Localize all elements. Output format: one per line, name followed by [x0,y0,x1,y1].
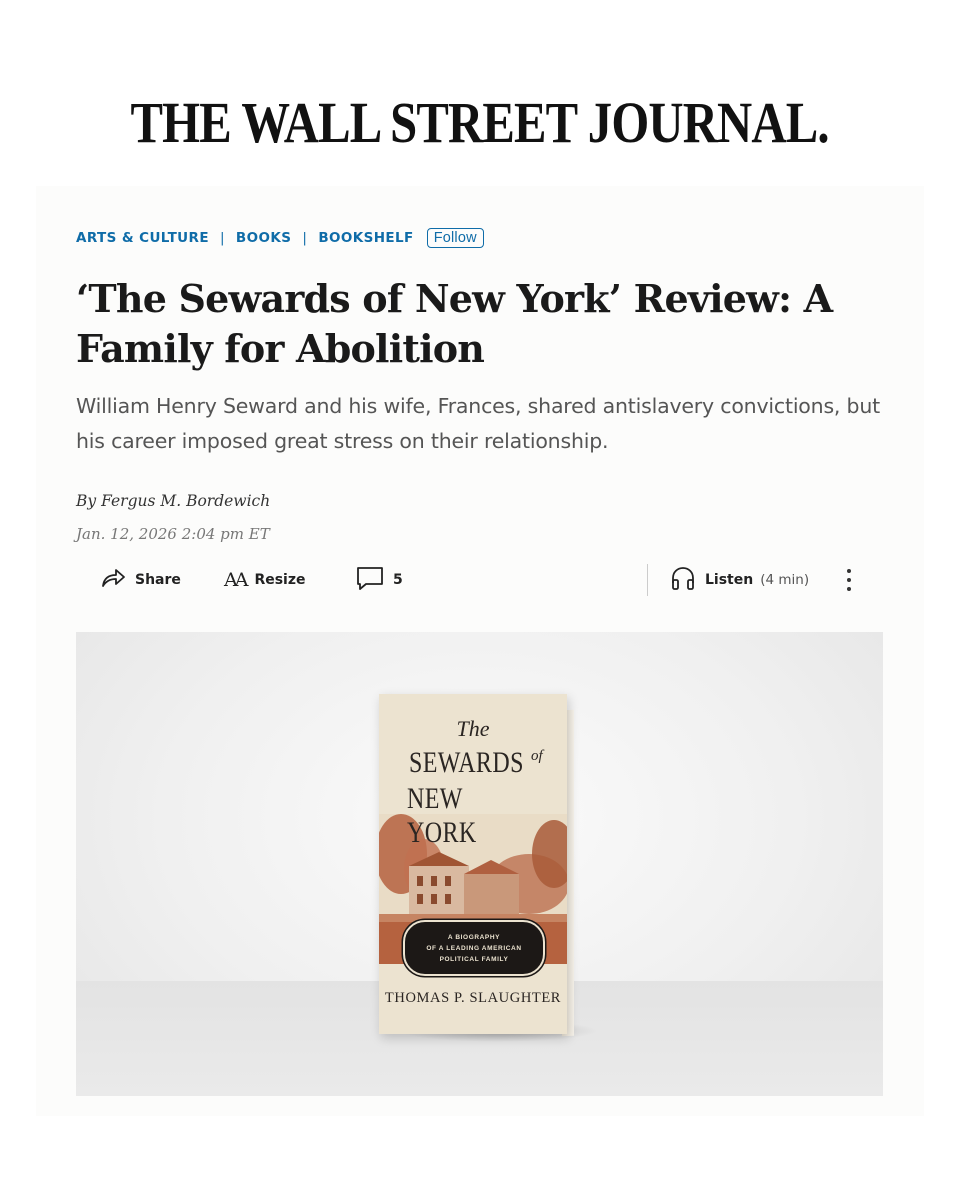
more-options-icon[interactable] [842,564,856,596]
breadcrumb: ARTS & CULTURE | BOOKS | BOOKSHELF Follo… [76,226,484,250]
byline[interactable]: By Fergus M. Bordewich [76,492,270,510]
listen-button[interactable]: Listen (4 min) [670,562,809,598]
breadcrumb-separator: | [219,230,225,246]
book-title-of: of [531,748,543,764]
breadcrumb-bookshelf[interactable]: BOOKSHELF [318,230,413,246]
toolbar-divider [647,564,648,596]
book-subtitle-line: OF A LEADING AMERICAN [426,944,522,952]
headline: ‘The Sewards of New York’ Review: A Fami… [76,276,833,371]
share-label: Share [135,572,181,588]
breadcrumb-books[interactable]: BOOKS [236,230,291,246]
headphones-icon [670,565,696,595]
publish-date: Jan. 12, 2026 2:04 pm ET [76,525,270,543]
comments-button[interactable]: 5 [356,562,403,598]
book-title-line2: NEW YORK [407,782,477,849]
hero-image: The SEWARDS of NEW YORK A BIOGRAPHY OF A… [76,632,883,1096]
article-toolbar: Share AA Resize 5 Listen (4 min) [100,562,870,598]
resize-icon: AA [224,569,249,591]
book-subtitle-banner: A BIOGRAPHY OF A LEADING AMERICAN POLITI… [403,920,545,976]
book-cover: The SEWARDS of NEW YORK A BIOGRAPHY OF A… [379,694,567,1034]
share-icon [100,567,126,593]
share-button[interactable]: Share [100,562,181,598]
breadcrumb-separator: | [302,230,308,246]
breadcrumb-arts-culture[interactable]: ARTS & CULTURE [76,230,209,246]
masthead-logo[interactable]: THE WALL STREET JOURNAL. [131,94,830,152]
comment-icon [356,565,384,595]
book-subtitle-line: A BIOGRAPHY [447,933,501,941]
resize-label: Resize [254,572,306,588]
listen-duration: (4 min) [760,572,810,588]
book-title-the: The [456,716,490,741]
book-title-line1: SEWARDS [409,746,524,779]
article-dek: William Henry Seward and his wife, Franc… [76,394,881,453]
masthead[interactable]: THE WALL STREET JOURNAL. [0,88,960,158]
listen-label: Listen [705,572,754,588]
book-author: THOMAS P. SLAUGHTER [384,990,562,1006]
comments-count: 5 [393,572,403,588]
resize-button[interactable]: AA Resize [224,562,306,598]
follow-button[interactable]: Follow [426,228,484,248]
book-subtitle-line: POLITICAL FAMILY [439,955,509,963]
